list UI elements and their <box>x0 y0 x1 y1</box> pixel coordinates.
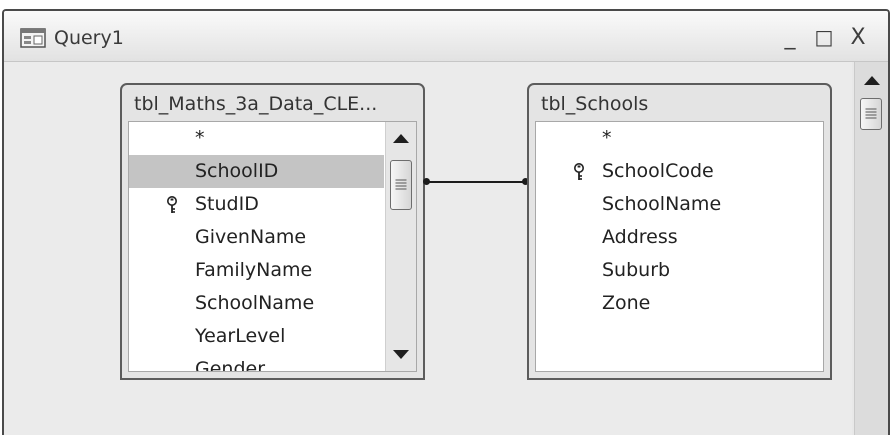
field-row-studid[interactable]: StudID <box>129 188 384 221</box>
field-name: SchoolID <box>195 160 279 182</box>
window-title: Query1 <box>54 27 124 49</box>
table-box-schools[interactable]: tbl_Schools * SchoolCode SchoolName Addr… <box>527 83 832 380</box>
field-row-schoolcode[interactable]: SchoolCode <box>536 155 823 188</box>
query-window-icon <box>20 28 46 48</box>
window-vertical-scrollbar[interactable] <box>854 62 888 435</box>
table-box-maths-data[interactable]: tbl_Maths_3a_Data_CLE... * SchoolID Stud… <box>120 83 425 380</box>
field-row-address[interactable]: Address <box>536 221 823 254</box>
field-name: SchoolName <box>195 292 315 314</box>
scroll-thumb[interactable] <box>860 98 882 130</box>
field-name: Zone <box>602 292 651 314</box>
field-name: SchoolName <box>602 193 722 215</box>
maximize-button[interactable]: □ <box>810 23 838 51</box>
table-title[interactable]: tbl_Maths_3a_Data_CLE... <box>134 93 411 115</box>
primary-key-icon <box>574 163 584 180</box>
field-name: StudID <box>195 193 259 215</box>
field-row-gender[interactable]: Gender <box>129 353 384 372</box>
field-row-zone[interactable]: Zone <box>536 287 823 320</box>
field-name: SchoolCode <box>602 160 714 182</box>
field-list[interactable]: * SchoolID StudID GivenName FamilyName S… <box>128 121 417 372</box>
field-row-schoolname[interactable]: SchoolName <box>129 287 384 320</box>
scroll-down-arrow-icon[interactable] <box>393 350 409 359</box>
scroll-up-arrow-icon[interactable] <box>393 134 409 143</box>
field-name: FamilyName <box>195 259 313 281</box>
field-row-schoolid[interactable]: SchoolID <box>129 155 384 188</box>
close-button[interactable]: X <box>844 23 872 51</box>
scroll-up-arrow-icon[interactable] <box>864 76 880 85</box>
table-title[interactable]: tbl_Schools <box>541 93 818 115</box>
field-row-asterisk[interactable]: * <box>129 122 384 155</box>
minimize-button[interactable]: _ <box>776 23 804 51</box>
field-name: * <box>602 127 612 149</box>
query-window: Query1 _ □ X tbl_Maths_3a_Data_CLE... * … <box>2 9 890 435</box>
field-name: GivenName <box>195 226 307 248</box>
field-row-familyname[interactable]: FamilyName <box>129 254 384 287</box>
field-name: Address <box>602 226 678 248</box>
grip-icon <box>865 108 877 120</box>
field-name: * <box>195 127 205 149</box>
grip-icon <box>395 179 407 191</box>
field-name: Gender <box>195 358 266 372</box>
relationship-join-line[interactable] <box>426 181 527 183</box>
field-list[interactable]: * SchoolCode SchoolName Address Suburb Z… <box>535 121 824 372</box>
field-row-schoolname[interactable]: SchoolName <box>536 188 823 221</box>
field-row-asterisk[interactable]: * <box>536 122 823 155</box>
scroll-thumb[interactable] <box>390 160 412 210</box>
field-row-suburb[interactable]: Suburb <box>536 254 823 287</box>
field-row-givenname[interactable]: GivenName <box>129 221 384 254</box>
primary-key-icon <box>167 196 177 213</box>
table-scrollbar[interactable] <box>385 122 416 371</box>
title-bar[interactable]: Query1 _ □ X <box>4 11 888 62</box>
field-name: Suburb <box>602 259 671 281</box>
join-endpoint-dot <box>423 178 430 185</box>
field-name: YearLevel <box>195 325 286 347</box>
field-row-yearlevel[interactable]: YearLevel <box>129 320 384 353</box>
